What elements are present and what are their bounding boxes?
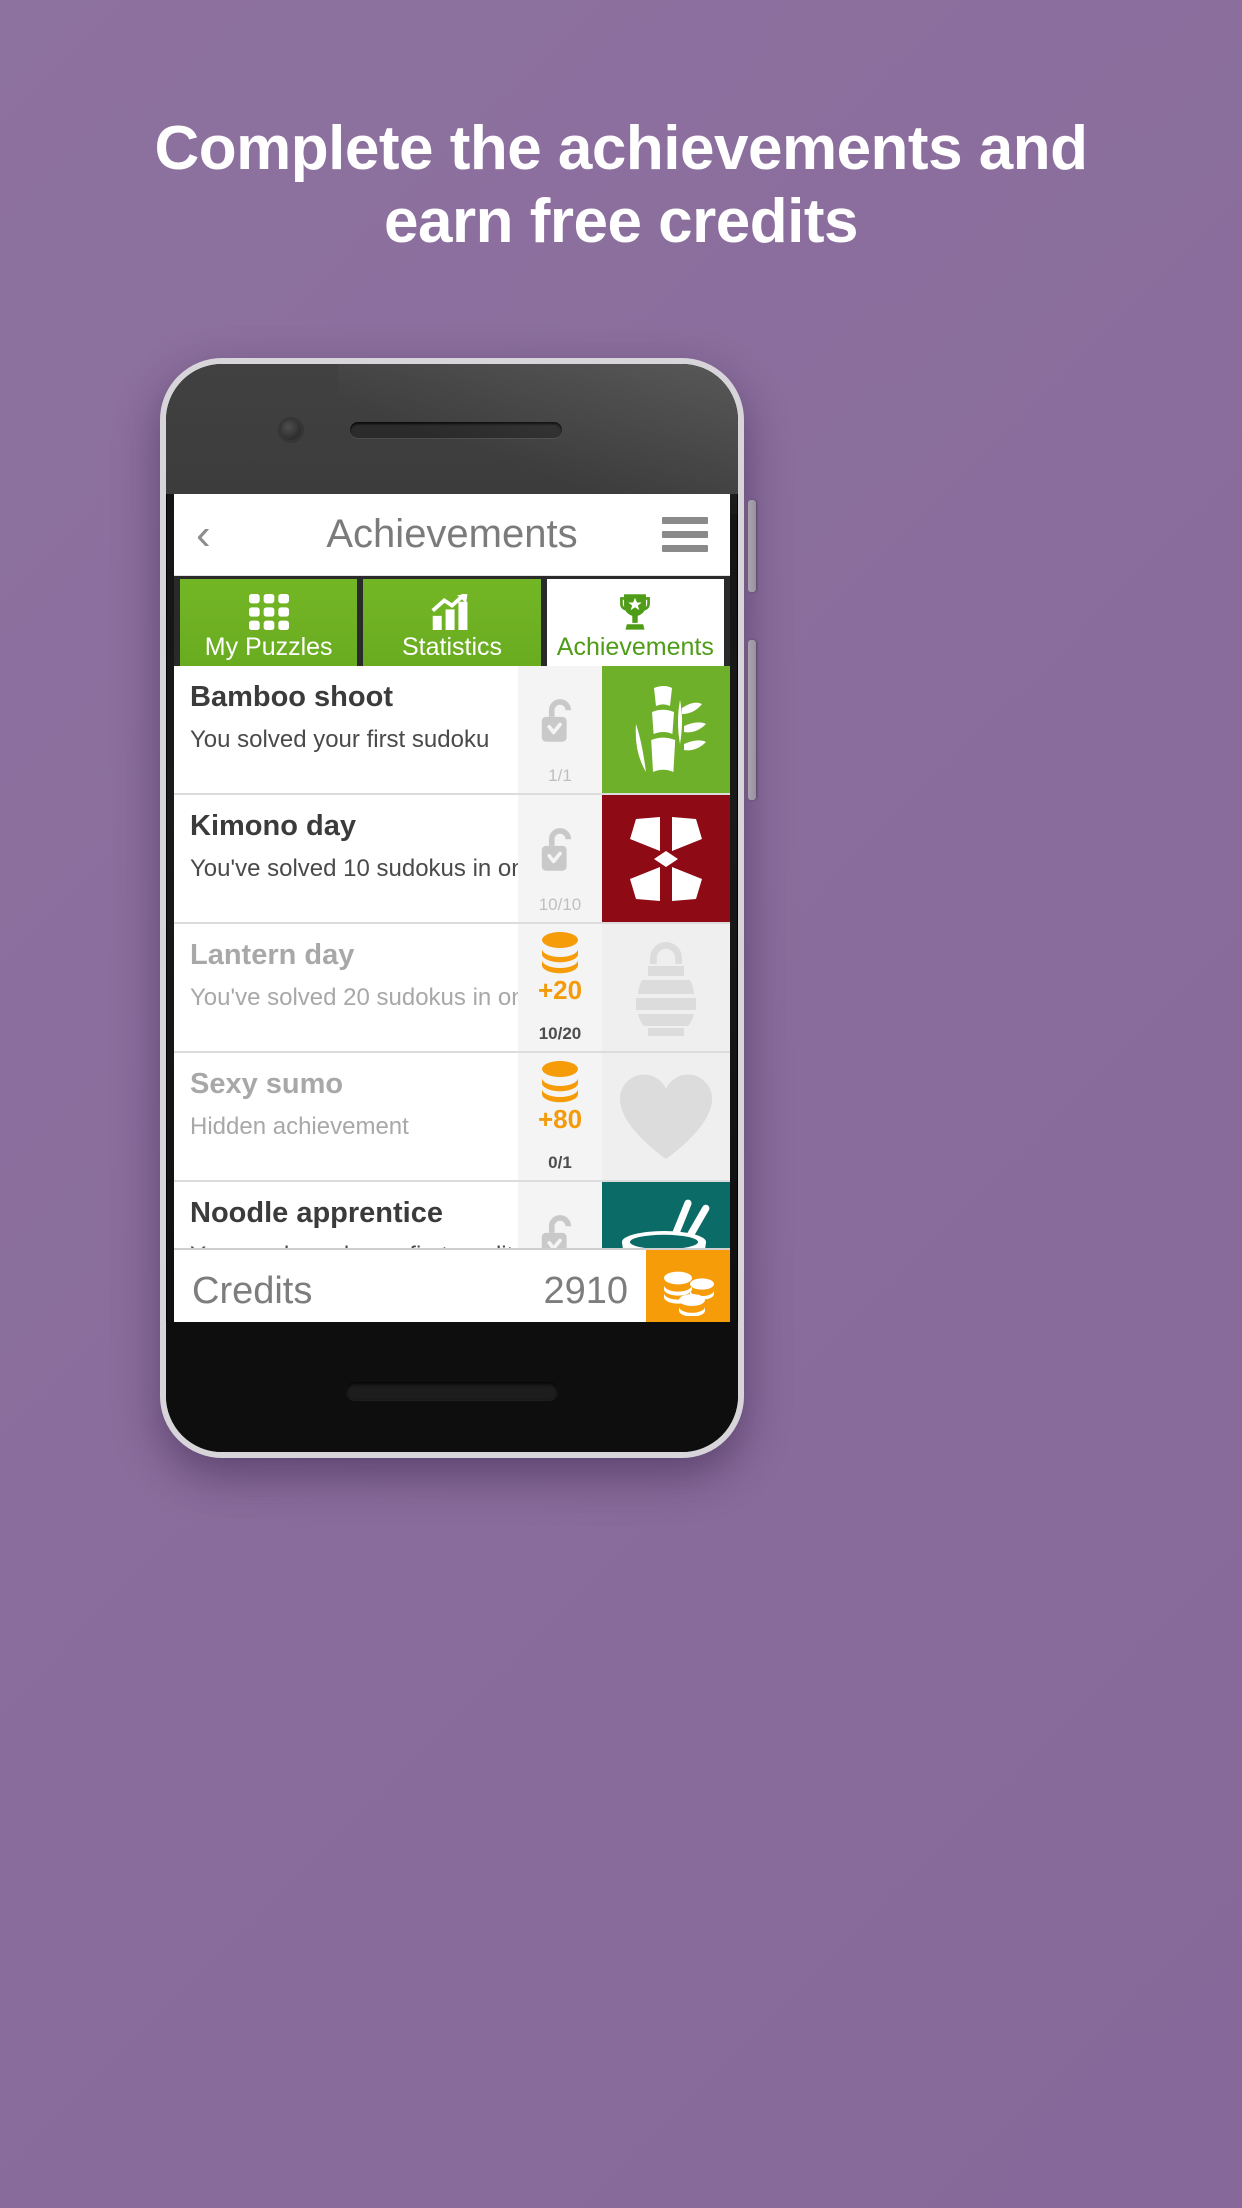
tab-label: Achievements [556,633,714,661]
coins-icon [542,1061,578,1103]
achievement-title: Kimono day [190,810,356,842]
grid-icon [248,592,289,632]
tab-bar: My Puzzles Statistics Achievements [174,576,730,666]
tab-statistics[interactable]: Statistics [363,579,541,666]
tab-achievements[interactable]: Achievements [546,579,724,666]
tab-my-puzzles[interactable]: My Puzzles [180,579,358,666]
achievement-badge [602,666,730,793]
achievement-badge [602,1053,730,1180]
achievement-title: Bamboo shoot [190,681,393,713]
headline-line-2: earn free credits [384,187,858,257]
unlocked-padlock-icon [540,674,580,767]
lantern-icon [636,941,696,1036]
achievement-row-kimono-day[interactable]: Kimono day You've solved 10 sudokus in o… [174,795,730,924]
achievement-title: Lantern day [190,939,355,971]
reward-amount: +80 [537,1104,583,1134]
achievement-row-bamboo-shoot[interactable]: Bamboo shoot You solved your first sudok… [174,666,730,795]
chart-icon [431,592,473,632]
achievement-row-lantern-day[interactable]: Lantern day You've solved 20 sudokus in … [174,924,730,1053]
achievement-text: Lantern day You've solved 20 sudokus in … [174,924,518,1051]
achievement-row-sexy-sumo[interactable]: Sexy sumo Hidden achievement +80 0/1 [174,1053,730,1182]
tab-label: My Puzzles [204,633,333,661]
phone-mockup: ‹ Achievements My Puzzles Statistics Ach… [160,358,756,1458]
achievement-status: +20 10/20 [518,924,602,1051]
achievement-title: Noodle apprentice [190,1197,443,1229]
phone-screen: ‹ Achievements My Puzzles Statistics Ach… [174,494,730,1332]
hamburger-bar [662,545,708,552]
achievement-badge [602,924,730,1051]
headline-line-1: Complete the achievements and [154,114,1089,183]
credits-bar[interactable]: Credits 2910 [174,1248,730,1332]
achievement-text: Sexy sumo Hidden achievement [174,1053,518,1180]
phone-bottom-bezel [166,1322,738,1452]
bottom-speaker-icon [346,1382,558,1400]
promo-headline: Complete the achievements and earn free … [0,112,1242,258]
volume-button[interactable] [748,500,756,592]
unlocked-padlock-icon [540,803,580,896]
achievement-title: Sexy sumo [190,1068,344,1100]
heart-icon [619,1074,713,1159]
front-camera-icon [278,417,304,443]
achievement-reward: +20 [536,932,584,1003]
power-button[interactable] [748,640,756,800]
kimono-icon [630,816,702,901]
credits-value: 2910 [543,1269,628,1312]
achievement-progress: 1/1 [548,766,572,785]
back-button[interactable]: ‹ [196,512,240,557]
earpiece-speaker-icon [350,422,562,438]
achievement-text: Kimono day You've solved 10 sudokus in o… [174,795,518,922]
phone-top-bezel [166,364,738,494]
achievement-description: You solved your first sudoku [190,725,490,753]
app-bar: ‹ Achievements [174,494,730,576]
achievement-text: Bamboo shoot You solved your first sudok… [174,666,518,793]
hamburger-bar [662,531,708,538]
achievement-badge [602,795,730,922]
coins-icon[interactable] [646,1250,730,1332]
tab-label: Statistics [401,633,502,661]
achievement-status: 10/10 [518,795,602,922]
achievement-status: +80 0/1 [518,1053,602,1180]
achievement-status: 1/1 [518,666,602,793]
coins-icon [542,932,578,974]
phone-body: ‹ Achievements My Puzzles Statistics Ach… [160,358,744,1458]
trophy-icon [616,592,654,632]
achievement-description: You've solved 10 sudokus in one day [190,854,518,882]
reward-amount: +20 [537,975,583,1005]
achievement-description: You've solved 20 sudokus in one day [190,983,518,1011]
bamboo-icon [635,685,706,772]
page-title: Achievements [326,512,578,556]
achievement-progress: 10/10 [538,895,582,914]
achievement-progress: 10/20 [538,1024,582,1043]
hamburger-bar [662,517,708,524]
achievement-reward: +80 [536,1061,584,1132]
achievement-description: Hidden achievement [190,1112,409,1140]
credits-label: Credits [192,1269,313,1312]
achievement-progress: 0/1 [548,1153,572,1172]
hamburger-icon[interactable] [662,517,708,552]
achievements-list[interactable]: Bamboo shoot You solved your first sudok… [174,666,730,1332]
